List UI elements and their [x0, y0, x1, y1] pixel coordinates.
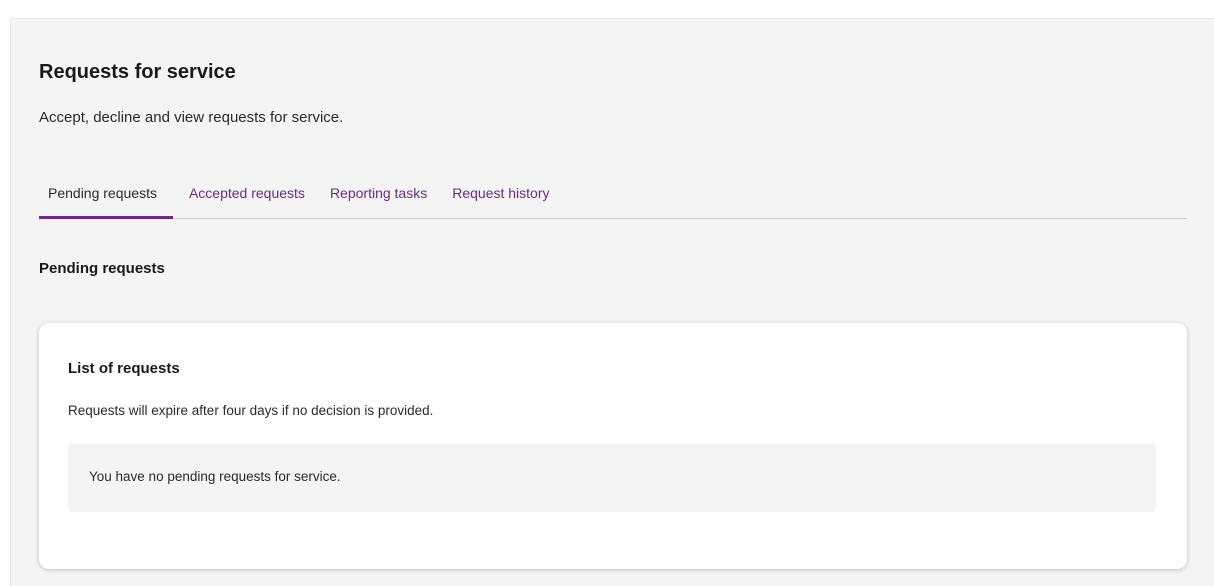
- card-description: Requests will expire after four days if …: [68, 403, 434, 418]
- tab-accepted-requests[interactable]: Accepted requests: [173, 181, 321, 219]
- page-title: Requests for service: [39, 61, 236, 83]
- page-subtitle: Accept, decline and view requests for se…: [39, 109, 344, 126]
- card-title: List of requests: [68, 360, 180, 377]
- tab-bar: Pending requests Accepted requests Repor…: [39, 181, 1187, 219]
- page-frame: Requests for service Accept, decline and…: [10, 18, 1214, 586]
- tab-pending-requests[interactable]: Pending requests: [39, 181, 173, 219]
- empty-state-box: You have no pending requests for service…: [68, 444, 1156, 512]
- section-heading: Pending requests: [39, 260, 165, 277]
- empty-state-message: You have no pending requests for service…: [89, 469, 341, 484]
- requests-card: List of requests Requests will expire af…: [39, 323, 1187, 569]
- tab-reporting-tasks[interactable]: Reporting tasks: [321, 181, 443, 219]
- tab-request-history[interactable]: Request history: [443, 181, 565, 219]
